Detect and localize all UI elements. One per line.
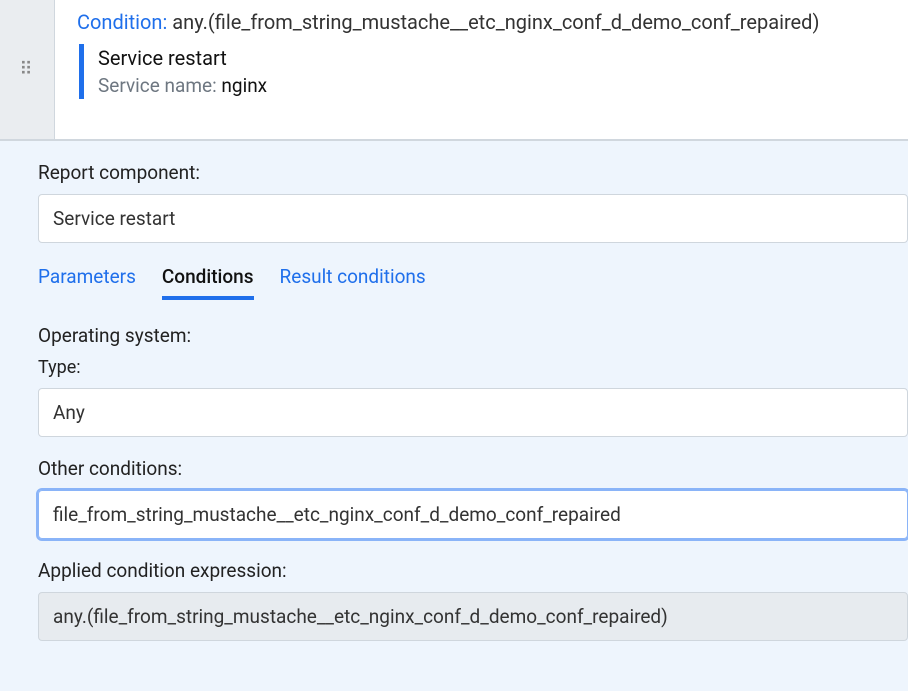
applied-expression-value: any.(file_from_string_mustache__etc_ngin… [38,592,908,641]
report-component-input[interactable] [38,194,908,243]
condition-value: any.(file_from_string_mustache__etc_ngin… [172,10,819,34]
type-label: Type: [38,357,908,378]
service-card-title: Service restart [98,46,908,70]
summary-block: ⠿ Condition: any.(file_from_string_musta… [0,0,908,140]
tab-parameters[interactable]: Parameters [38,265,136,300]
service-card-sub: Service name: nginx [98,74,908,97]
os-label: Operating system: [38,324,908,347]
report-component-field: Report component: [38,161,908,243]
report-component-label: Report component: [38,161,908,184]
type-select[interactable]: Any [38,388,908,437]
summary-content: Condition: any.(file_from_string_mustach… [55,0,908,139]
form-area: Report component: Parameters Conditions … [0,140,908,691]
service-name-value: nginx [221,74,267,97]
other-conditions-input[interactable] [38,490,908,539]
service-name-label: Service name: [98,74,217,97]
service-card: Service restart Service name: nginx [79,44,908,99]
grip-icon: ⠿ [19,61,34,79]
tab-result-conditions[interactable]: Result conditions [280,265,426,300]
drag-handle[interactable]: ⠿ [0,0,55,139]
tab-conditions[interactable]: Conditions [162,265,254,300]
condition-line: Condition: any.(file_from_string_mustach… [77,10,908,34]
operating-system-section: Operating system: Type: Any [38,324,908,437]
applied-expression-label: Applied condition expression: [38,559,908,582]
other-conditions-field: Other conditions: [38,457,908,539]
tabs: Parameters Conditions Result conditions [38,265,908,300]
applied-expression-field: Applied condition expression: any.(file_… [38,559,908,641]
other-conditions-label: Other conditions: [38,457,908,480]
condition-label: Condition: [77,10,167,34]
